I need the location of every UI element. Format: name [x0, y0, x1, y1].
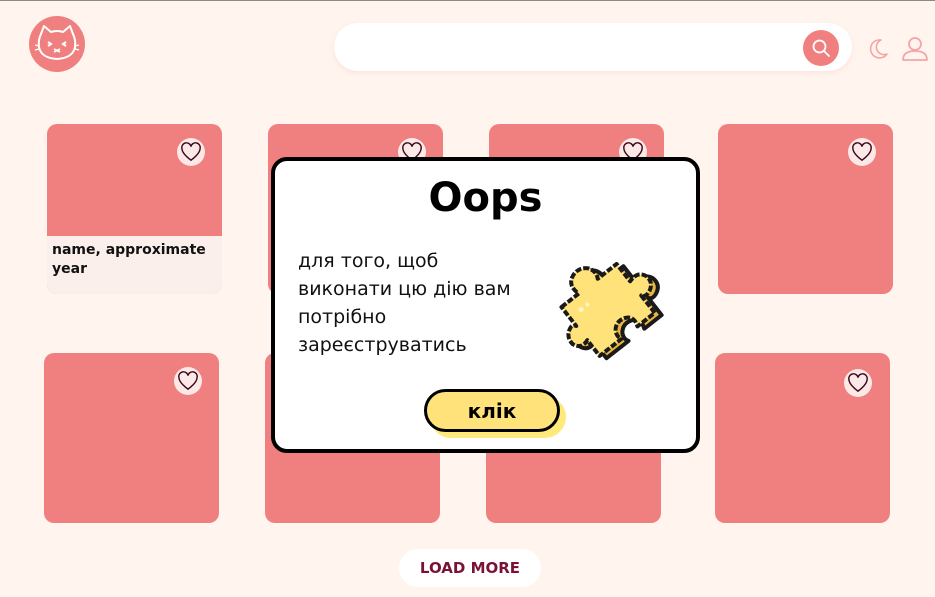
profile-button[interactable] [901, 35, 929, 63]
favorite-button[interactable] [844, 369, 872, 397]
puzzle-piece-icon [559, 261, 664, 361]
modal-message-line: зареєструватись [298, 334, 467, 356]
modal-message: для того, щоб виконати цю дію вам потріб… [298, 247, 548, 359]
heart-icon [848, 373, 868, 393]
search-bar [334, 23, 852, 71]
heart-icon [181, 142, 201, 162]
logo[interactable] [29, 16, 85, 72]
search-icon [812, 39, 830, 57]
search-button[interactable] [803, 30, 839, 66]
theme-toggle-button[interactable] [866, 37, 890, 61]
modal-message-line: для того, щоб [298, 250, 439, 272]
modal-title: Oops [428, 175, 543, 221]
modal-action-button[interactable]: клік [424, 389, 560, 432]
login-required-modal: Oops для того, щоб виконати цю дію вам п… [271, 157, 700, 453]
modal-message-line: виконати цю дію вам [298, 278, 511, 300]
cat-face-icon [35, 25, 79, 60]
card-caption: name, approximate year [47, 236, 222, 294]
user-icon [902, 37, 928, 61]
heart-icon [852, 142, 872, 162]
favorite-button[interactable] [848, 138, 876, 166]
modal-message-line: потрібно [298, 306, 387, 328]
load-more-button[interactable]: LOAD MORE [399, 549, 541, 587]
favorite-button[interactable] [174, 367, 202, 395]
search-input[interactable] [354, 33, 804, 61]
heart-icon [178, 371, 198, 391]
favorite-button[interactable] [177, 138, 205, 166]
moon-icon [869, 39, 888, 59]
